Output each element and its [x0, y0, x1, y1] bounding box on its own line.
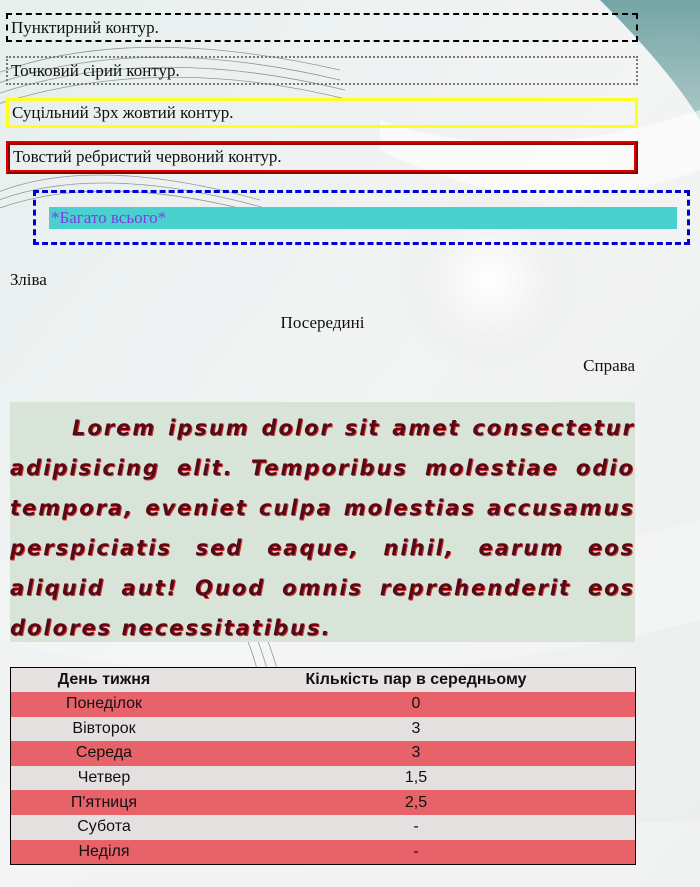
table-row: Середа 3 [10, 741, 636, 766]
count-cell: 3 [197, 741, 636, 766]
text-right: Справа [583, 356, 635, 375]
table-row: Неділя - [10, 839, 636, 865]
ridge-red-outline-box: Товстий ребристий червоний контур. [6, 141, 638, 174]
day-cell: П'ятниця [10, 790, 197, 815]
count-cell: 3 [197, 716, 636, 742]
day-cell: Субота [10, 814, 197, 840]
highlight-text: *Багато всього* [49, 207, 677, 229]
text-left: Зліва [10, 270, 47, 289]
day-cell: Неділя [10, 839, 197, 865]
header-day: День тижня [10, 667, 197, 692]
text-center: Посередині [280, 313, 365, 332]
lorem-paragraph: Lorem ipsum dolor sit amet consectetur a… [10, 402, 635, 642]
weekday-table: День тижня Кількість пар в середньому По… [10, 667, 636, 866]
count-cell: 1,5 [197, 765, 636, 791]
day-cell: Понеділок [10, 692, 197, 717]
day-cell: Четвер [10, 765, 197, 791]
day-cell: Вівторок [10, 716, 197, 742]
day-cell: Середа [10, 741, 197, 766]
header-count: Кількість пар в середньому [197, 667, 636, 692]
table-row: Понеділок 0 [10, 692, 636, 717]
dashed-outline-box: Пунктирний контур. [6, 13, 638, 42]
table-row: Четвер 1,5 [10, 765, 636, 791]
count-cell: 0 [197, 692, 636, 717]
table-row: П'ятниця 2,5 [10, 790, 636, 815]
dotted-gray-outline-box: Точковий сірий контур. [6, 56, 638, 85]
table-row: Субота - [10, 814, 636, 840]
blue-dashed-container: *Багато всього* [33, 190, 690, 245]
table-row: Вівторок 3 [10, 716, 636, 742]
solid-yellow-outline-box: Суцільний 3px жовтий контур. [6, 98, 638, 128]
count-cell: - [197, 839, 636, 865]
table-header-row: День тижня Кількість пар в середньому [10, 667, 636, 692]
count-cell: - [197, 814, 636, 840]
count-cell: 2,5 [197, 790, 636, 815]
